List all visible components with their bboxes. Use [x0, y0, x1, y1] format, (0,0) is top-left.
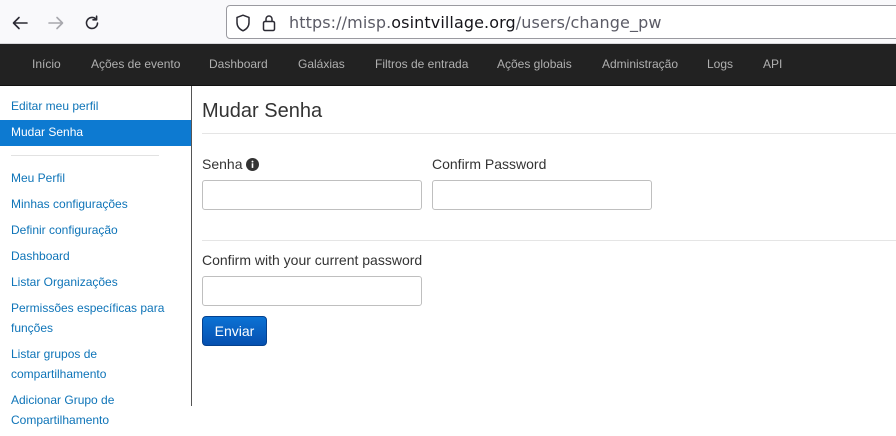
password-field[interactable] — [202, 180, 422, 210]
page-title: Mudar Senha — [202, 100, 323, 122]
browser-toolbar: https://misp.osintvillage.org/users/chan… — [0, 0, 896, 44]
reload-icon[interactable] — [79, 10, 105, 36]
shield-icon[interactable] — [235, 14, 251, 37]
url-path: /users/change_pw — [515, 13, 662, 32]
sidebar-item-dashboard[interactable]: Dashboard — [11, 249, 70, 263]
form-divider — [202, 240, 896, 241]
url-scheme: https://misp. — [289, 13, 392, 32]
password-label-text: Senha — [202, 156, 243, 172]
sidebar-item-listar-grupos-cont[interactable]: compartilhamento — [11, 367, 106, 381]
url-text: https://misp.osintvillage.org/users/chan… — [289, 13, 662, 32]
sidebar-item-minhas-configuracoes[interactable]: Minhas configurações — [11, 197, 128, 211]
sidebar-item-adicionar-grupo-cont[interactable]: Compartilhamento — [11, 413, 109, 427]
main-content: Mudar Senha Senha Confirm Password Confi… — [192, 86, 896, 436]
submit-button[interactable]: Enviar — [202, 316, 267, 346]
sidebar-item-permissoes-especificas-cont[interactable]: funções — [11, 321, 53, 335]
password-label: Senha — [202, 156, 260, 174]
nav-item-logs[interactable]: Logs — [707, 57, 733, 71]
lock-icon[interactable] — [262, 14, 276, 37]
nav-item-filtros-de-entrada[interactable]: Filtros de entrada — [375, 57, 468, 71]
nav-item-galaxias[interactable]: Galáxias — [298, 57, 345, 71]
info-icon[interactable] — [246, 158, 260, 174]
sidebar: Editar meu perfil Mudar Senha Meu Perfil… — [0, 86, 192, 427]
sidebar-item-adicionar-grupo[interactable]: Adicionar Grupo de — [11, 393, 114, 407]
nav-item-acoes-globais[interactable]: Ações globais — [497, 57, 572, 71]
nav-item-administracao[interactable]: Administração — [602, 57, 678, 71]
current-password-label: Confirm with your current password — [202, 252, 423, 268]
sidebar-item-mudar-senha[interactable]: Mudar Senha — [0, 120, 191, 146]
sidebar-item-meu-perfil[interactable]: Meu Perfil — [11, 171, 65, 185]
nav-item-dashboard[interactable]: Dashboard — [209, 57, 268, 71]
nav-item-inicio[interactable]: Início — [32, 57, 61, 71]
sidebar-item-permissoes-especificas[interactable]: Permissões específicas para — [11, 301, 164, 315]
title-divider — [202, 133, 896, 134]
sidebar-item-definir-configuracao[interactable]: Definir configuração — [11, 223, 118, 237]
forward-arrow-icon[interactable] — [43, 10, 69, 36]
sidebar-item-editar-meu-perfil[interactable]: Editar meu perfil — [11, 99, 98, 113]
confirm-password-field[interactable] — [432, 180, 652, 210]
sidebar-item-label: Mudar Senha — [11, 125, 84, 139]
current-password-field[interactable] — [202, 276, 422, 306]
sidebar-item-listar-grupos[interactable]: Listar grupos de — [11, 347, 97, 361]
url-host: osintvillage.org — [391, 13, 516, 32]
back-arrow-icon[interactable] — [7, 10, 33, 36]
nav-item-api[interactable]: API — [763, 57, 782, 71]
url-bar[interactable]: https://misp.osintvillage.org/users/chan… — [226, 5, 896, 39]
nav-item-acoes-de-evento[interactable]: Ações de evento — [91, 57, 180, 71]
confirm-password-label: Confirm Password — [432, 156, 547, 172]
sidebar-item-listar-organizacoes[interactable]: Listar Organizações — [11, 275, 118, 289]
top-navbar: Início Ações de evento Dashboard Galáxia… — [0, 44, 896, 86]
sidebar-divider — [11, 155, 159, 156]
